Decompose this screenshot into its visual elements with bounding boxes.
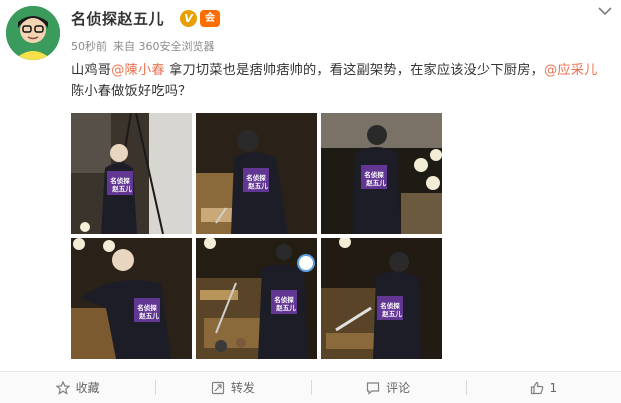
watermark-line-2: 赵五儿 — [111, 184, 132, 193]
mention-link[interactable]: @陳小春 — [111, 63, 165, 78]
photo-thumbnail[interactable]: 名侦探 赵五儿 — [196, 113, 317, 234]
post-time[interactable]: 50秒前 — [71, 40, 107, 53]
photo-thumbnail[interactable]: 名侦探 赵五儿 — [71, 113, 192, 234]
watermark-line-1: 名侦探 — [246, 173, 266, 182]
photo-thumbnail[interactable]: 名侦探 赵五儿 — [71, 238, 192, 359]
thumbs-up-icon — [530, 381, 543, 394]
member-badge[interactable]: 会 — [200, 10, 220, 27]
photo-thumbnail[interactable]: 名侦探 赵五儿 — [196, 238, 317, 359]
star-icon — [55, 380, 70, 395]
favorite-label: 收藏 — [75, 381, 100, 395]
avatar[interactable] — [6, 6, 60, 60]
watermark-line-1: 名侦探 — [137, 303, 157, 312]
watermark-line-1: 名侦探 — [274, 295, 294, 304]
photo-thumbnail[interactable]: 名侦探 赵五儿 — [321, 238, 442, 359]
watermark-line-1: 名侦探 — [364, 170, 384, 179]
verified-badge[interactable]: V — [180, 10, 197, 27]
repost-label: 转发 — [230, 381, 255, 395]
action-bar: 收藏 转发 评论 1 — [0, 371, 621, 403]
photo-grid: 名侦探 赵五儿 名侦探 赵五儿 名侦探 赵五儿 名侦探 赵五儿 名侦探 赵五儿 … — [71, 113, 445, 359]
watermark-line-2: 赵五儿 — [365, 178, 386, 187]
photo-thumbnail[interactable]: 名侦探 赵五儿 — [321, 113, 442, 234]
text-part: 陈小春做饭好吃吗？ — [71, 84, 192, 99]
repost-button[interactable]: 转发 — [155, 372, 310, 403]
watermark-line-1: 名侦探 — [110, 176, 130, 185]
comment-label: 评论 — [386, 381, 411, 395]
watermark-line-2: 赵五儿 — [247, 181, 268, 190]
watermark-line-2: 赵五儿 — [138, 311, 159, 320]
post-meta: 50秒前 来自 360安全浏览器 — [71, 38, 221, 54]
mention-link[interactable]: @应采儿 — [544, 63, 598, 78]
favorite-button[interactable]: 收藏 — [0, 372, 155, 403]
watermark-line-2: 赵五儿 — [275, 303, 296, 312]
repost-icon — [211, 381, 224, 394]
like-count: 1 — [549, 380, 558, 395]
post-source: 来自 360安全浏览器 — [113, 40, 215, 53]
username[interactable]: 名侦探赵五儿 — [71, 8, 164, 29]
like-button[interactable]: 1 — [465, 372, 621, 403]
text-part: 拿刀切菜也是痞帅痞帅的，看这副架势，在家应该没少下厨房， — [164, 63, 544, 78]
watermark-line-1: 名侦探 — [380, 301, 400, 310]
text-part: 山鸡哥 — [71, 63, 112, 78]
comment-icon — [367, 381, 380, 395]
chevron-down-icon[interactable] — [597, 6, 613, 16]
post-text: 山鸡哥@陳小春 拿刀切菜也是痞帅痞帅的，看这副架势，在家应该没少下厨房，@应采儿… — [71, 60, 611, 102]
watermark-line-2: 赵五儿 — [381, 309, 402, 318]
comment-button[interactable]: 评论 — [310, 372, 466, 403]
